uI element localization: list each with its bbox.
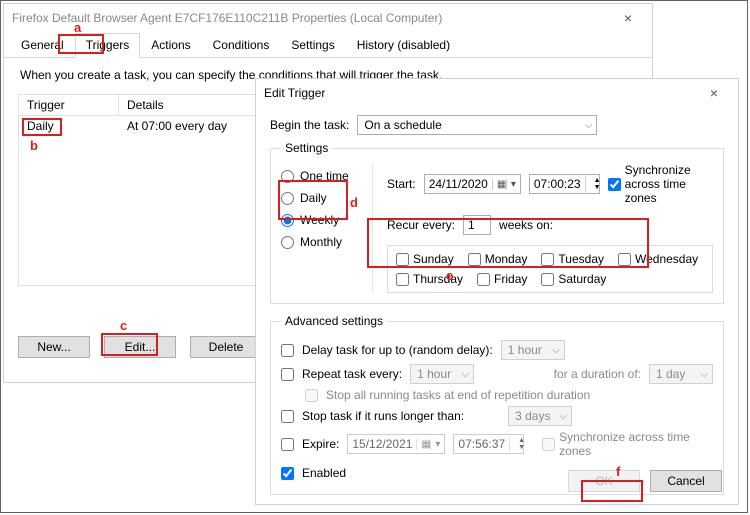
sync-tz-checkbox[interactable]: Synchronize across time zones: [608, 163, 713, 205]
repeat-label: Repeat task every:: [302, 367, 402, 381]
edit-button[interactable]: Edit...: [104, 336, 176, 358]
enabled-label: Enabled: [302, 466, 346, 480]
start-time-input[interactable]: 07:00:23▲▼: [529, 174, 600, 194]
radio-one-time[interactable]: One time: [281, 169, 372, 183]
titlebar: Edit Trigger ×: [256, 79, 738, 107]
stop-all-label: Stop all running tasks at end of repetit…: [326, 388, 590, 402]
window-title: Edit Trigger: [264, 86, 325, 100]
button-row: New... Edit... Delete: [18, 336, 262, 358]
dropdown-icon[interactable]: ▾: [506, 179, 520, 190]
delay-label: Delay task for up to (random delay):: [302, 343, 493, 357]
duration-select: 1 day: [649, 364, 713, 384]
settings-group: Settings One time Daily Weekly Monthly S…: [270, 141, 724, 304]
delay-select: 1 hour: [501, 340, 565, 360]
close-icon[interactable]: ×: [608, 10, 648, 26]
repeat-select: 1 hour: [410, 364, 474, 384]
day-wednesday[interactable]: Wednesday: [618, 252, 698, 266]
day-saturday[interactable]: Saturday: [541, 272, 606, 286]
tab-conditions[interactable]: Conditions: [202, 33, 281, 58]
expire-date-input: 15/12/2021▦▾: [347, 434, 445, 454]
new-button[interactable]: New...: [18, 336, 90, 358]
tab-bar: General Triggers Actions Conditions Sett…: [4, 32, 652, 58]
schedule-radio-group: One time Daily Weekly Monthly: [281, 163, 373, 293]
days-box: Sunday Monday Tuesday Wednesday Thursday…: [387, 245, 713, 293]
day-sunday[interactable]: Sunday: [396, 252, 454, 266]
dropdown-icon: ▾: [430, 439, 444, 450]
begin-task-label: Begin the task:: [270, 118, 349, 132]
recur-label: Recur every:: [387, 218, 455, 232]
tab-actions[interactable]: Actions: [140, 33, 201, 58]
start-label: Start:: [387, 177, 416, 191]
expire-label: Expire:: [302, 437, 339, 451]
recur-value-input[interactable]: [463, 215, 491, 235]
stop-if-select: 3 days: [508, 406, 572, 426]
radio-monthly[interactable]: Monthly: [281, 235, 372, 249]
advanced-legend: Advanced settings: [281, 314, 387, 328]
calendar-icon[interactable]: ▦: [492, 179, 506, 190]
tab-settings[interactable]: Settings: [280, 33, 345, 58]
expire-sync-tz: Synchronize across time zones: [542, 430, 713, 458]
radio-daily[interactable]: Daily: [281, 191, 372, 205]
radio-weekly[interactable]: Weekly: [281, 213, 372, 227]
close-icon[interactable]: ×: [694, 85, 734, 101]
stop-if-label: Stop task if it runs longer than:: [302, 409, 464, 423]
cancel-button[interactable]: Cancel: [650, 470, 722, 492]
window-title: Firefox Default Browser Agent E7CF176E11…: [12, 11, 442, 25]
advanced-group: Advanced settings Delay task for up to (…: [270, 314, 724, 495]
spinner-icon[interactable]: ▲▼: [585, 177, 599, 191]
trigger-cell: Daily: [19, 116, 119, 136]
repeat-checkbox[interactable]: [281, 368, 294, 381]
start-date-input[interactable]: 24/11/2020▦▾: [424, 174, 521, 194]
col-trigger[interactable]: Trigger: [19, 95, 119, 115]
ok-button[interactable]: OK: [568, 470, 640, 492]
day-tuesday[interactable]: Tuesday: [541, 252, 604, 266]
recur-unit: weeks on:: [499, 218, 553, 232]
edit-trigger-window: Edit Trigger × Begin the task: On a sche…: [255, 78, 739, 505]
settings-legend: Settings: [281, 141, 332, 155]
expire-time-input: 07:56:37▲▼: [453, 434, 524, 454]
day-thursday[interactable]: Thursday: [396, 272, 463, 286]
stop-all-checkbox: [305, 389, 318, 402]
tab-history[interactable]: History (disabled): [346, 33, 461, 58]
calendar-icon: ▦: [416, 439, 430, 450]
titlebar: Firefox Default Browser Agent E7CF176E11…: [4, 4, 652, 32]
enabled-checkbox[interactable]: [281, 467, 294, 480]
delete-button[interactable]: Delete: [190, 336, 262, 358]
stop-if-checkbox[interactable]: [281, 410, 294, 423]
tab-triggers[interactable]: Triggers: [75, 33, 141, 58]
day-monday[interactable]: Monday: [468, 252, 528, 266]
expire-checkbox[interactable]: [281, 438, 294, 451]
begin-task-select[interactable]: On a schedule: [357, 115, 597, 135]
duration-label: for a duration of:: [554, 367, 641, 381]
tab-general[interactable]: General: [10, 33, 75, 58]
day-friday[interactable]: Friday: [477, 272, 527, 286]
spinner-icon: ▲▼: [509, 437, 523, 451]
delay-checkbox[interactable]: [281, 344, 294, 357]
